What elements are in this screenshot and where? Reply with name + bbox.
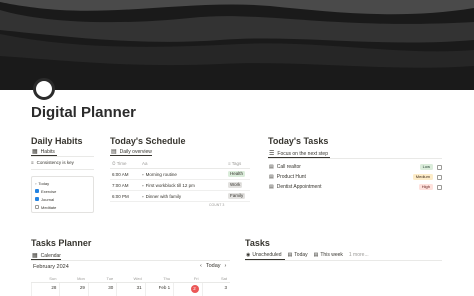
schedule-heading: Today's Schedule bbox=[110, 136, 186, 146]
habits-divider-2 bbox=[31, 169, 94, 170]
list-view-icon: ☰ bbox=[269, 151, 275, 157]
calendar-month: February 2024 bbox=[33, 264, 69, 270]
document-icon: ▤ bbox=[269, 174, 274, 180]
habits-property: ≡ Consistency is key bbox=[31, 160, 74, 165]
tasks-planner-heading: Tasks Planner bbox=[31, 238, 92, 248]
habit-item[interactable]: Meditate bbox=[35, 203, 90, 211]
list-item[interactable]: ▤ Call realtor Low bbox=[269, 162, 442, 172]
calendar-day[interactable]: 28 bbox=[31, 283, 59, 296]
tag-badge: Health bbox=[228, 171, 246, 177]
list-item[interactable]: ▤ Product Hunt Medium bbox=[269, 172, 442, 182]
chevron-right-icon[interactable]: › bbox=[225, 263, 227, 269]
document-icon: ▤ bbox=[269, 164, 274, 170]
page-icon[interactable] bbox=[33, 78, 55, 100]
today-marker: 2 bbox=[190, 285, 199, 293]
habits-heading: Daily Habits bbox=[31, 136, 83, 146]
planner-divider bbox=[31, 260, 230, 261]
checkbox-unchecked[interactable] bbox=[437, 164, 442, 170]
calendar-view-tab[interactable]: ▦ Calendar bbox=[32, 252, 61, 260]
tasks-divider bbox=[268, 158, 442, 159]
calendar-day[interactable]: 31 bbox=[116, 283, 144, 296]
table-row[interactable]: 6:00 PM ▫ Dinner with family Family bbox=[110, 191, 250, 202]
priority-badge: Medium bbox=[412, 174, 433, 180]
page-icon-small: ▫ bbox=[142, 182, 144, 188]
calendar-nav: ‹ Today › bbox=[200, 263, 226, 269]
checkbox-unchecked[interactable] bbox=[437, 174, 442, 180]
tasks-db-tabs: ◉ Unscheduled ▤ Today ▤ This week 1 more... bbox=[246, 252, 369, 258]
count-label: COUNT 3 bbox=[209, 203, 225, 207]
habits-divider bbox=[31, 156, 94, 157]
tasks-db-heading: Tasks bbox=[245, 238, 270, 248]
column-name[interactable]: Aa bbox=[142, 161, 228, 166]
table-row[interactable]: 6:00 AM ▫ Morning routine Health bbox=[110, 169, 250, 180]
table-icon: ▤ bbox=[287, 252, 293, 258]
checkbox-unchecked[interactable] bbox=[437, 184, 442, 190]
tab-unscheduled[interactable]: ◉ Unscheduled bbox=[246, 252, 282, 258]
column-tags[interactable]: ≡ Tags bbox=[228, 161, 250, 166]
calendar-day-today[interactable]: 2 bbox=[173, 283, 201, 296]
clock-icon: ◉ bbox=[246, 252, 251, 258]
schedule-tab-underline bbox=[110, 155, 152, 156]
schedule-table-header: ⏱ Time Aa ≡ Tags bbox=[110, 159, 250, 169]
habit-item[interactable]: Journal bbox=[35, 195, 90, 203]
calendar-day[interactable]: 3 bbox=[201, 283, 230, 296]
page-icon-small: ▫ bbox=[142, 171, 144, 177]
table-icon: ▤ bbox=[313, 252, 319, 258]
list-icon: ≡ bbox=[31, 160, 34, 165]
table-row[interactable]: 7:00 AM ▫ First workblock till 12 pm Work bbox=[110, 180, 250, 191]
calendar-day[interactable]: 30 bbox=[87, 283, 116, 296]
today-button[interactable]: Today bbox=[206, 263, 221, 269]
list-item[interactable]: ▤ Dentist Appointment High bbox=[269, 182, 442, 192]
tag-badge: Work bbox=[228, 182, 243, 188]
calendar-day[interactable]: 29 bbox=[59, 283, 87, 296]
priority-badge: High bbox=[418, 184, 433, 190]
habit-item[interactable]: Exercise bbox=[35, 187, 90, 195]
calendar-weekdays: Sun Mon Tue Wed Thu Fri Sat bbox=[49, 276, 227, 281]
tasks-view-tab[interactable]: ☰ Focus on the next step bbox=[269, 150, 328, 158]
page-icon-small: ▫ bbox=[142, 193, 144, 199]
tasks-db-divider bbox=[245, 260, 442, 261]
page-title: Digital Planner bbox=[31, 104, 137, 121]
habits-view-tab[interactable]: ▦ Habits bbox=[32, 148, 55, 156]
habit-card-title: ▫ Today bbox=[35, 180, 50, 186]
tab-today[interactable]: ▤ Today bbox=[288, 252, 308, 258]
tasks-heading: Today's Tasks bbox=[268, 136, 329, 146]
document-icon: ▤ bbox=[269, 184, 274, 190]
checkbox-unchecked[interactable] bbox=[35, 205, 39, 209]
calendar-icon: ▦ bbox=[32, 253, 38, 259]
tab-more[interactable]: 1 more... bbox=[349, 252, 369, 258]
calendar-day[interactable]: Feb 1 bbox=[144, 283, 173, 296]
table-icon: ▤ bbox=[111, 149, 117, 155]
calendar-week-row: 28 29 30 31 Feb 1 2 3 bbox=[31, 282, 230, 296]
gallery-icon: ▦ bbox=[32, 149, 38, 155]
checkbox-checked[interactable] bbox=[35, 197, 39, 201]
tag-badge: Family bbox=[228, 193, 246, 199]
priority-badge: Low bbox=[419, 164, 433, 170]
tab-this-week[interactable]: ▤ This week bbox=[314, 252, 343, 258]
calendar-icon: ▫ bbox=[35, 180, 37, 186]
chevron-left-icon[interactable]: ‹ bbox=[200, 263, 202, 269]
habit-card[interactable]: ▫ Today Exercise Journal Meditate bbox=[31, 176, 94, 213]
schedule-view-tab[interactable]: ▤ Daily overview bbox=[111, 148, 152, 156]
cover-image bbox=[0, 0, 474, 90]
checkbox-checked[interactable] bbox=[35, 189, 39, 193]
column-time[interactable]: ⏱ Time bbox=[110, 161, 142, 166]
